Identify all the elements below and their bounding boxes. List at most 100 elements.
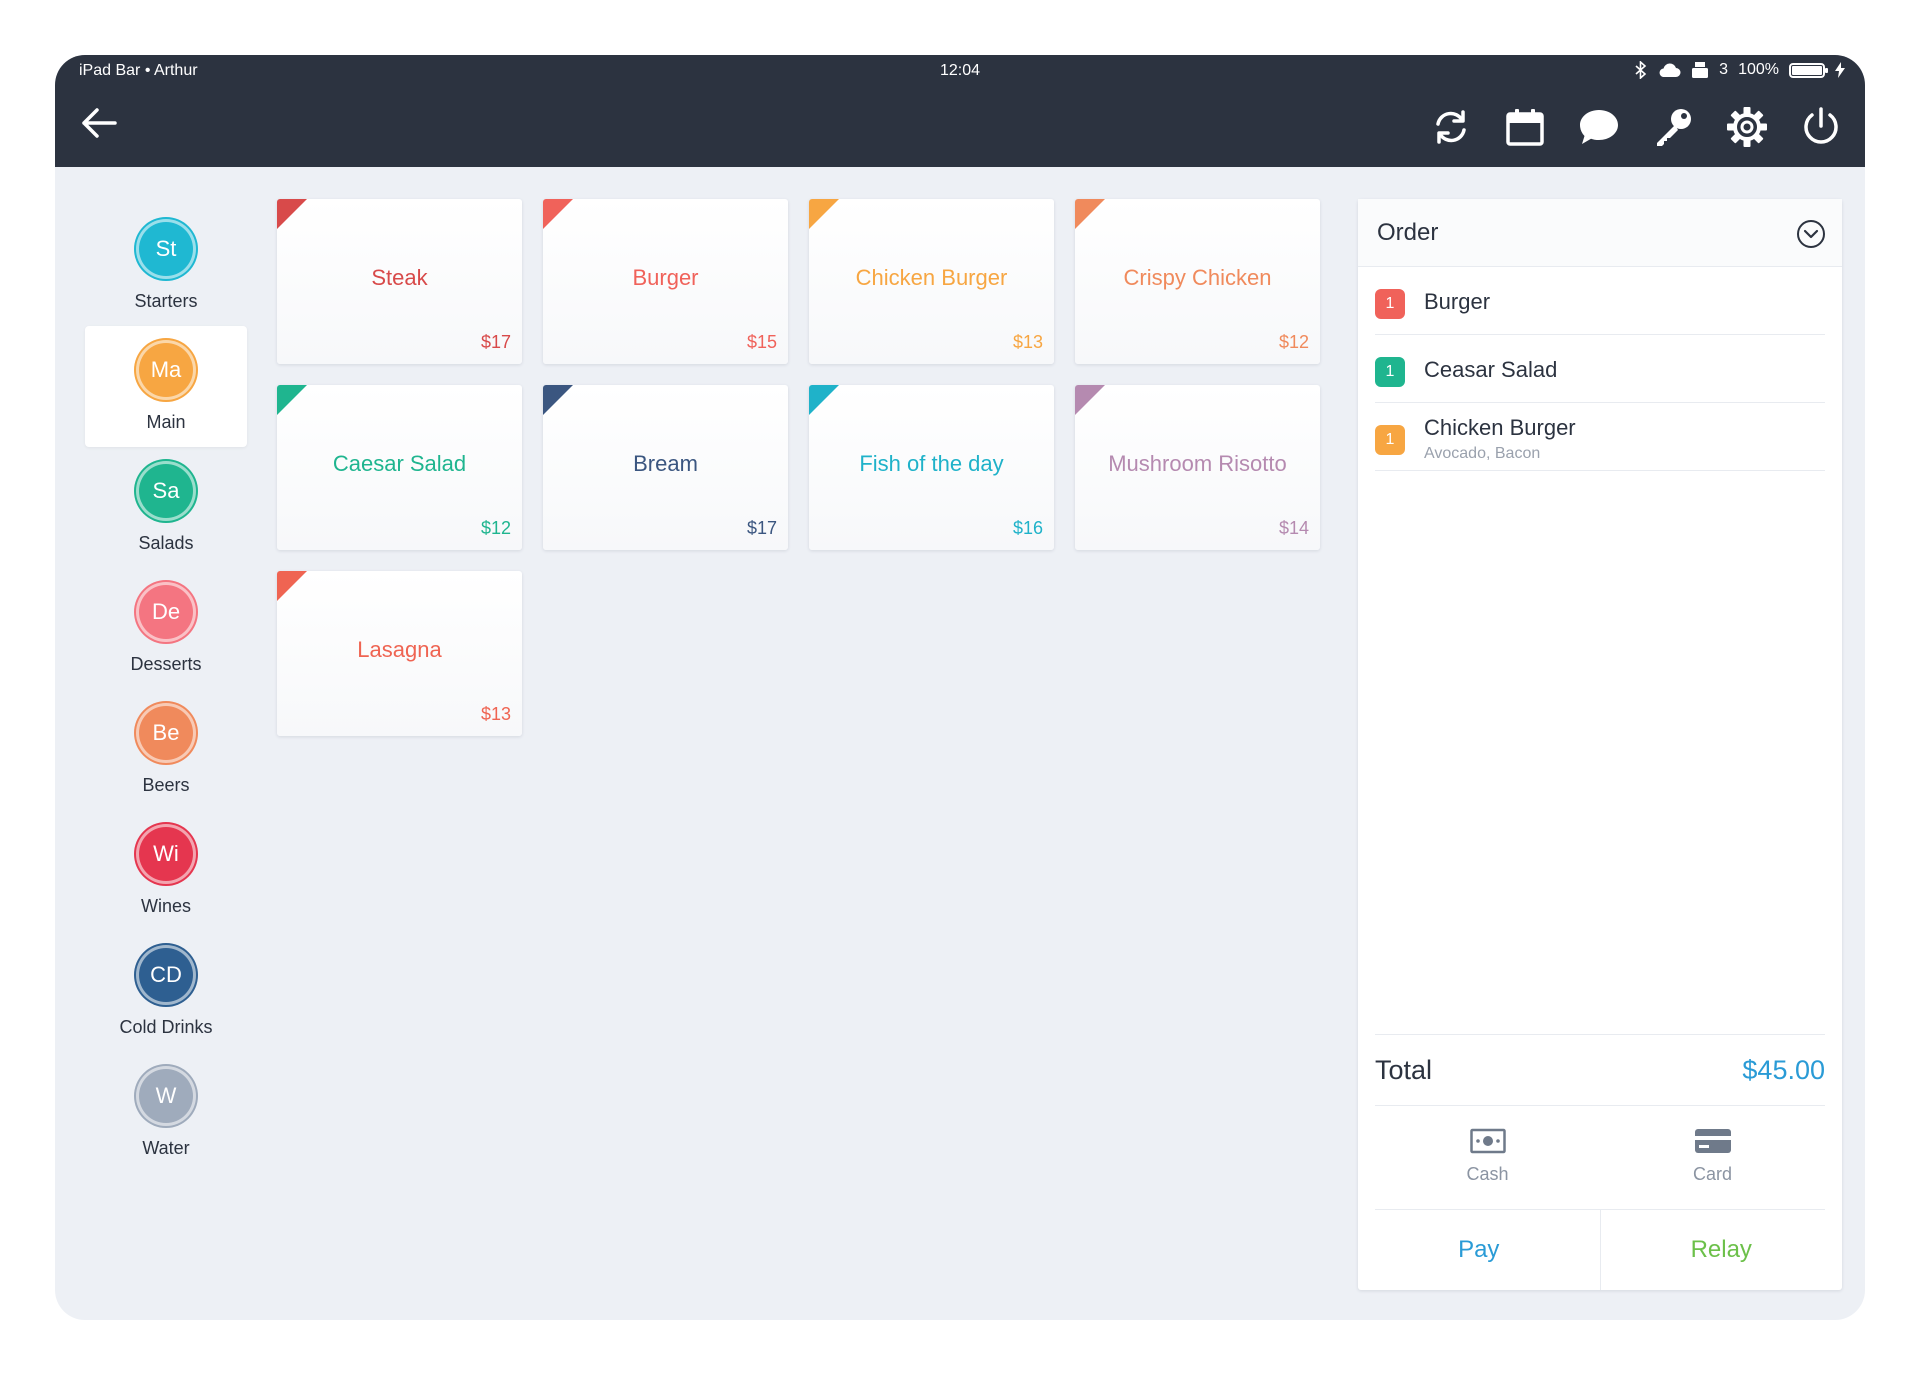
status-time: 12:04 <box>939 62 981 79</box>
product-price: $13 <box>480 704 511 724</box>
product-name: Lasagna <box>357 637 442 662</box>
color-flag <box>1075 199 1105 229</box>
bluetooth-icon <box>1635 61 1647 79</box>
product-price: $12 <box>480 518 511 538</box>
category-cold-drinks[interactable]: CD Cold Drinks <box>85 931 247 1052</box>
order-panel: Order 1 Burger 1 Ceasar Salad 1 Chicken … <box>1358 199 1842 1290</box>
cash-icon <box>1469 1128 1506 1154</box>
product-name: Caesar Salad <box>332 451 467 476</box>
order-line[interactable]: 1 Ceasar Salad <box>1375 335 1825 403</box>
color-flag <box>543 199 573 229</box>
total-amount: $45.00 <box>1742 1055 1825 1085</box>
power-button[interactable] <box>1799 105 1843 149</box>
chat-bubble-icon <box>1580 110 1618 144</box>
top-bar: iPad Bar • Arthur 12:04 3 100% <box>55 55 1865 167</box>
color-flag <box>277 385 307 415</box>
order-line[interactable]: 1 Chicken Burger Avocado, Bacon <box>1375 403 1825 471</box>
color-flag <box>277 571 307 601</box>
settings-gear-icon <box>1727 107 1767 147</box>
category-badge: CD <box>136 945 196 1005</box>
category-label: Main <box>146 412 186 432</box>
order-item-name: Burger <box>1424 289 1491 314</box>
product-tile-crispy-chicken[interactable]: Crispy Chicken $12 <box>1075 199 1320 364</box>
product-name: Mushroom Risotto <box>1108 451 1287 476</box>
cash-button[interactable]: Cash <box>1375 1106 1600 1209</box>
calendar-icon <box>1506 109 1544 146</box>
toolbar <box>1429 105 1843 149</box>
product-grid: Steak $17 Burger $15 Chicken Burger $13 … <box>277 199 1327 736</box>
category-main[interactable]: Ma Main <box>85 326 247 447</box>
status-indicators: 3 100% <box>1635 61 1845 79</box>
category-label: Desserts <box>130 654 202 674</box>
pay-button[interactable]: Pay <box>1358 1210 1600 1290</box>
product-price: $14 <box>1278 518 1309 538</box>
product-price: $17 <box>480 332 511 352</box>
category-badge: W <box>136 1066 196 1126</box>
category-beers[interactable]: Be Beers <box>85 689 247 810</box>
card-button[interactable]: Card <box>1600 1106 1825 1209</box>
product-name: Fish of the day <box>859 451 1004 476</box>
back-arrow-icon <box>82 108 117 138</box>
product-name: Bream <box>633 451 698 476</box>
category-badge: St <box>136 219 196 279</box>
total-label: Total <box>1375 1055 1433 1085</box>
category-label: Beers <box>142 775 190 795</box>
cloud-icon <box>1659 63 1681 77</box>
product-tile-steak[interactable]: Steak $17 <box>277 199 522 364</box>
chevron-down-circle-icon <box>1797 220 1825 248</box>
product-name: Steak <box>371 265 428 290</box>
category-label: Cold Drinks <box>119 1017 213 1037</box>
product-name: Crispy Chicken <box>1123 265 1272 290</box>
printer-icon <box>1692 62 1709 78</box>
category-badge: Be <box>136 703 196 763</box>
settings-button[interactable] <box>1725 105 1769 149</box>
product-tile-lasagna[interactable]: Lasagna $13 <box>277 571 522 736</box>
power-icon <box>1804 107 1838 144</box>
order-collapse-button[interactable] <box>1796 219 1826 249</box>
color-flag <box>809 199 839 229</box>
order-title: Order <box>1377 219 1439 246</box>
charging-bolt-icon <box>1835 62 1845 78</box>
category-water[interactable]: W Water <box>85 1052 247 1173</box>
product-tile-burger[interactable]: Burger $15 <box>543 199 788 364</box>
product-price: $12 <box>1278 332 1309 352</box>
category-badge: De <box>136 582 196 642</box>
product-tile-fish-of-the-day[interactable]: Fish of the day $16 <box>809 385 1054 550</box>
sync-button[interactable] <box>1429 105 1473 149</box>
category-label: Water <box>142 1138 190 1158</box>
product-tile-mushroom-risotto[interactable]: Mushroom Risotto $14 <box>1075 385 1320 550</box>
product-tile-caesar-salad[interactable]: Caesar Salad $12 <box>277 385 522 550</box>
category-starters[interactable]: St Starters <box>85 205 247 326</box>
back-button[interactable] <box>79 105 119 141</box>
category-badge: Wi <box>136 824 196 884</box>
order-line[interactable]: 1 Burger <box>1375 267 1825 335</box>
product-tile-bream[interactable]: Bream $17 <box>543 385 788 550</box>
product-tile-chicken-burger[interactable]: Chicken Burger $13 <box>809 199 1054 364</box>
card-label: Card <box>1692 1164 1732 1184</box>
order-actions: Pay Relay <box>1358 1210 1842 1290</box>
key-icon <box>1657 109 1691 146</box>
category-wines[interactable]: Wi Wines <box>85 810 247 931</box>
key-button[interactable] <box>1651 105 1695 149</box>
order-lines: 1 Burger 1 Ceasar Salad 1 Chicken Burger… <box>1375 267 1825 471</box>
messages-button[interactable] <box>1577 105 1621 149</box>
color-flag <box>277 199 307 229</box>
product-name: Chicken Burger <box>855 265 1008 290</box>
product-name: Burger <box>632 265 699 290</box>
order-item-name: Ceasar Salad <box>1424 357 1558 382</box>
relay-button[interactable]: Relay <box>1599 1210 1843 1290</box>
color-flag <box>809 385 839 415</box>
quantity-badge: 1 <box>1375 289 1405 319</box>
category-salads[interactable]: Sa Salads <box>85 447 247 568</box>
product-price: $16 <box>1012 518 1043 538</box>
order-item-name: Chicken Burger <box>1424 415 1576 440</box>
calendar-button[interactable] <box>1503 105 1547 149</box>
color-flag <box>1075 385 1105 415</box>
printer-count: 3 <box>1719 61 1729 78</box>
order-header: Order <box>1358 199 1842 267</box>
category-desserts[interactable]: De Desserts <box>85 568 247 689</box>
payment-methods: Cash Card <box>1375 1106 1825 1210</box>
category-sidebar: St Starters Ma Main Sa Salads De Dessert… <box>85 205 247 1173</box>
color-flag <box>543 385 573 415</box>
product-price: $17 <box>746 518 777 538</box>
